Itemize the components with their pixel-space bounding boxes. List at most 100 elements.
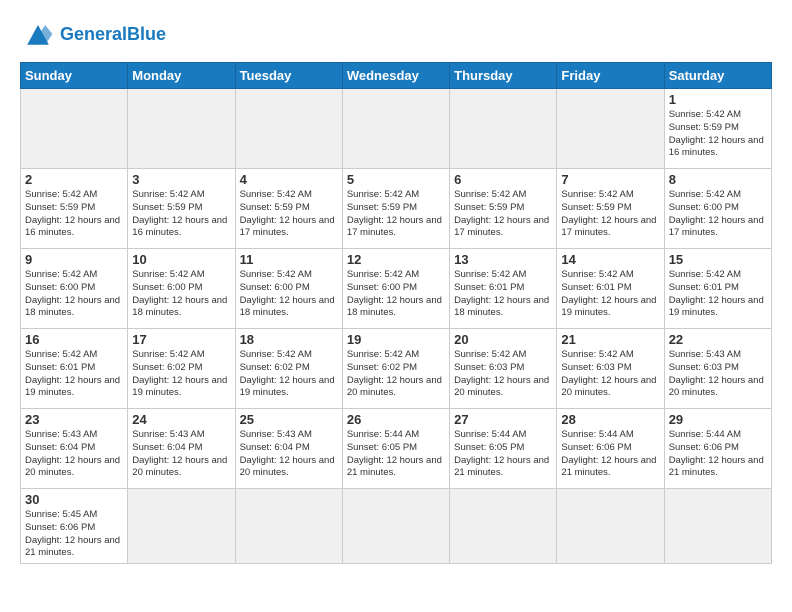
day-number: 19: [347, 332, 445, 347]
calendar-cell: [342, 89, 449, 169]
calendar-cell: 24Sunrise: 5:43 AMSunset: 6:04 PMDayligh…: [128, 409, 235, 489]
calendar-cell: 27Sunrise: 5:44 AMSunset: 6:05 PMDayligh…: [450, 409, 557, 489]
calendar-cell: 17 Sunrise: 5:42 AMSunset: 6:02 PMDayligh…: [128, 329, 235, 409]
header: GeneralBlue: [20, 16, 772, 52]
day-number: 13: [454, 252, 552, 267]
day-number: 12: [347, 252, 445, 267]
week-row-2: 9 Sunrise: 5:42 AMSunset: 6:00 PMDaylight…: [21, 249, 772, 329]
cell-info: Sunrise: 5:42 AMSunset: 6:00 PMDaylight:…: [347, 269, 445, 320]
calendar-cell: [21, 89, 128, 169]
day-number: 3: [132, 172, 230, 187]
calendar-cell: 11 Sunrise: 5:42 AMSunset: 6:00 PMDayligh…: [235, 249, 342, 329]
calendar-cell: 13Sunrise: 5:42 AMSunset: 6:01 PMDayligh…: [450, 249, 557, 329]
calendar-cell: 1Sunrise: 5:42 AMSunset: 5:59 PMDaylight…: [664, 89, 771, 169]
cell-info: Sunrise: 5:42 AMSunset: 5:59 PMDaylight:…: [347, 189, 445, 240]
cell-info: Sunrise: 5:43 AMSunset: 6:04 PMDaylight:…: [25, 429, 123, 480]
week-row-0: 1Sunrise: 5:42 AMSunset: 5:59 PMDaylight…: [21, 89, 772, 169]
calendar-cell: [664, 489, 771, 564]
cell-info: Sunrise: 5:42 AMSunset: 5:59 PMDaylight:…: [454, 189, 552, 240]
calendar: SundayMondayTuesdayWednesdayThursdayFrid…: [20, 62, 772, 564]
calendar-cell: [128, 89, 235, 169]
calendar-cell: [557, 489, 664, 564]
calendar-cell: [450, 489, 557, 564]
cell-info: Sunrise: 5:42 AMSunset: 6:01 PMDaylight:…: [25, 349, 123, 400]
day-number: 18: [240, 332, 338, 347]
weekday-header-thursday: Thursday: [450, 63, 557, 89]
cell-info: Sunrise: 5:42 AMSunset: 5:59 PMDaylight:…: [25, 189, 123, 240]
weekday-header-friday: Friday: [557, 63, 664, 89]
day-number: 10: [132, 252, 230, 267]
cell-info: Sunrise: 5:42 AMSunset: 6:00 PMDaylight:…: [132, 269, 230, 320]
weekday-header-saturday: Saturday: [664, 63, 771, 89]
cell-info: Sunrise: 5:42 AMSunset: 6:03 PMDaylight:…: [454, 349, 552, 400]
cell-info: Sunrise: 5:42 AMSunset: 6:02 PMDaylight:…: [240, 349, 338, 400]
week-row-4: 23 Sunrise: 5:43 AMSunset: 6:04 PMDayligh…: [21, 409, 772, 489]
calendar-cell: 7Sunrise: 5:42 AMSunset: 5:59 PMDaylight…: [557, 169, 664, 249]
calendar-cell: 23 Sunrise: 5:43 AMSunset: 6:04 PMDayligh…: [21, 409, 128, 489]
cell-info: Sunrise: 5:42 AMSunset: 6:00 PMDaylight:…: [25, 269, 123, 320]
day-number: 29: [669, 412, 767, 427]
day-number: 20: [454, 332, 552, 347]
calendar-cell: 29Sunrise: 5:44 AMSunset: 6:06 PMDayligh…: [664, 409, 771, 489]
cell-info: Sunrise: 5:42 AMSunset: 5:59 PMDaylight:…: [240, 189, 338, 240]
week-row-3: 16 Sunrise: 5:42 AMSunset: 6:01 PMDayligh…: [21, 329, 772, 409]
calendar-cell: 9 Sunrise: 5:42 AMSunset: 6:00 PMDaylight…: [21, 249, 128, 329]
day-number: 28: [561, 412, 659, 427]
cell-info: Sunrise: 5:43 AMSunset: 6:03 PMDaylight:…: [669, 349, 767, 400]
week-row-1: 2Sunrise: 5:42 AMSunset: 5:59 PMDaylight…: [21, 169, 772, 249]
day-number: 4: [240, 172, 338, 187]
calendar-cell: 5Sunrise: 5:42 AMSunset: 5:59 PMDaylight…: [342, 169, 449, 249]
day-number: 24: [132, 412, 230, 427]
day-number: 26: [347, 412, 445, 427]
cell-info: Sunrise: 5:44 AMSunset: 6:06 PMDaylight:…: [561, 429, 659, 480]
calendar-cell: 19Sunrise: 5:42 AMSunset: 6:02 PMDayligh…: [342, 329, 449, 409]
week-row-5: 30Sunrise: 5:45 AMSunset: 6:06 PMDayligh…: [21, 489, 772, 564]
calendar-cell: 3Sunrise: 5:42 AMSunset: 5:59 PMDaylight…: [128, 169, 235, 249]
calendar-cell: [342, 489, 449, 564]
calendar-cell: 10 Sunrise: 5:42 AMSunset: 6:00 PMDayligh…: [128, 249, 235, 329]
calendar-cell: 26 Sunrise: 5:44 AMSunset: 6:05 PMDayligh…: [342, 409, 449, 489]
calendar-cell: 30Sunrise: 5:45 AMSunset: 6:06 PMDayligh…: [21, 489, 128, 564]
day-number: 25: [240, 412, 338, 427]
cell-info: Sunrise: 5:43 AMSunset: 6:04 PMDaylight:…: [240, 429, 338, 480]
day-number: 21: [561, 332, 659, 347]
logo-icon: [20, 16, 56, 52]
weekday-header-monday: Monday: [128, 63, 235, 89]
day-number: 22: [669, 332, 767, 347]
day-number: 1: [669, 92, 767, 107]
calendar-cell: [450, 89, 557, 169]
day-number: 17: [132, 332, 230, 347]
calendar-cell: 15Sunrise: 5:42 AMSunset: 6:01 PMDayligh…: [664, 249, 771, 329]
logo-general: General: [60, 24, 127, 44]
calendar-cell: 6 Sunrise: 5:42 AMSunset: 5:59 PMDaylight…: [450, 169, 557, 249]
calendar-cell: 21Sunrise: 5:42 AMSunset: 6:03 PMDayligh…: [557, 329, 664, 409]
calendar-cell: 14 Sunrise: 5:42 AMSunset: 6:01 PMDayligh…: [557, 249, 664, 329]
calendar-cell: [235, 89, 342, 169]
calendar-cell: 18 Sunrise: 5:42 AMSunset: 6:02 PMDayligh…: [235, 329, 342, 409]
logo: GeneralBlue: [20, 16, 166, 52]
calendar-cell: 25 Sunrise: 5:43 AMSunset: 6:04 PMDayligh…: [235, 409, 342, 489]
cell-info: Sunrise: 5:42 AMSunset: 6:02 PMDaylight:…: [132, 349, 230, 400]
logo-text: GeneralBlue: [60, 25, 166, 43]
cell-info: Sunrise: 5:44 AMSunset: 6:05 PMDaylight:…: [347, 429, 445, 480]
day-number: 14: [561, 252, 659, 267]
cell-info: Sunrise: 5:42 AMSunset: 6:01 PMDaylight:…: [561, 269, 659, 320]
weekday-header-tuesday: Tuesday: [235, 63, 342, 89]
cell-info: Sunrise: 5:42 AMSunset: 6:01 PMDaylight:…: [669, 269, 767, 320]
day-number: 27: [454, 412, 552, 427]
day-number: 9: [25, 252, 123, 267]
day-number: 23: [25, 412, 123, 427]
weekday-header-sunday: Sunday: [21, 63, 128, 89]
cell-info: Sunrise: 5:42 AMSunset: 6:00 PMDaylight:…: [669, 189, 767, 240]
calendar-cell: [235, 489, 342, 564]
cell-info: Sunrise: 5:42 AMSunset: 6:00 PMDaylight:…: [240, 269, 338, 320]
cell-info: Sunrise: 5:42 AMSunset: 5:59 PMDaylight:…: [561, 189, 659, 240]
day-number: 16: [25, 332, 123, 347]
day-number: 30: [25, 492, 123, 507]
day-number: 11: [240, 252, 338, 267]
calendar-cell: [128, 489, 235, 564]
weekday-header-row: SundayMondayTuesdayWednesdayThursdayFrid…: [21, 63, 772, 89]
page: GeneralBlue SundayMondayTuesdayWednesday…: [0, 0, 792, 574]
calendar-cell: 4 Sunrise: 5:42 AMSunset: 5:59 PMDaylight…: [235, 169, 342, 249]
day-number: 6: [454, 172, 552, 187]
